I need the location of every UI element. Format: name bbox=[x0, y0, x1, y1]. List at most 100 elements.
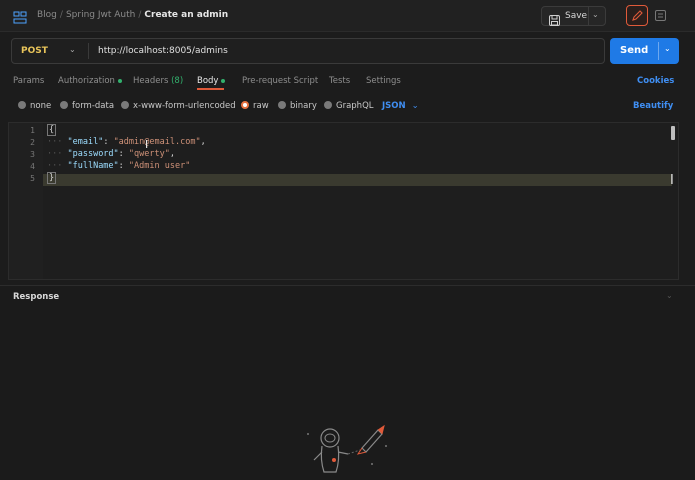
radio-x-www-form-urlencoded[interactable]: x-www-form-urlencoded bbox=[121, 101, 236, 111]
tab-settings[interactable]: Settings bbox=[366, 76, 401, 86]
open-brace: { bbox=[47, 124, 57, 136]
text-cursor-icon: I bbox=[670, 173, 674, 188]
tab-body[interactable]: Body bbox=[197, 76, 226, 86]
code-line: } bbox=[47, 172, 57, 184]
json-colon: : bbox=[118, 149, 129, 159]
code-line: ··· "fullName": "Admin user" bbox=[47, 161, 190, 171]
documentation-button[interactable] bbox=[651, 6, 670, 25]
indent-guide: ··· bbox=[47, 161, 68, 171]
beautify-button[interactable]: Beautify bbox=[633, 101, 673, 111]
json-value: "Admin user" bbox=[128, 161, 191, 171]
code-line: { bbox=[47, 124, 57, 136]
line-number: 4 bbox=[30, 162, 35, 171]
tab-headers[interactable]: Headers (8) bbox=[133, 76, 183, 86]
json-key: "email" bbox=[67, 137, 104, 147]
request-tabs: Params Authorization Headers (8) Body Pr… bbox=[0, 72, 695, 92]
breadcrumb: Blog / Spring Jwt Auth / Create an admin bbox=[37, 10, 228, 20]
send-divider bbox=[658, 42, 659, 60]
json-comma: , bbox=[169, 149, 175, 159]
save-button[interactable]: Save ⌄ bbox=[541, 6, 606, 26]
code-line: ··· "email": "admin@email.com", bbox=[47, 137, 206, 147]
json-key: "password" bbox=[67, 149, 119, 159]
url-divider bbox=[88, 43, 89, 59]
astronaut-rocket-illustration bbox=[307, 424, 387, 473]
body-type-options: none form-data x-www-form-urlencoded raw… bbox=[0, 97, 695, 115]
tab-count-badge: (8) bbox=[171, 76, 184, 86]
json-colon: : bbox=[103, 137, 114, 147]
breadcrumb-collection[interactable]: Blog bbox=[37, 10, 57, 20]
save-divider bbox=[588, 7, 589, 25]
url-bar: POST ⌄ http://localhost:8005/admins bbox=[11, 38, 605, 64]
line-number: 3 bbox=[30, 150, 35, 159]
radio-none[interactable]: none bbox=[18, 101, 51, 111]
code-line: ··· "password": "qwerty", bbox=[47, 149, 175, 159]
breadcrumb-folder[interactable]: Spring Jwt Auth bbox=[66, 10, 135, 20]
radio-raw[interactable]: raw bbox=[241, 101, 269, 111]
send-button[interactable]: Send ⌄ bbox=[610, 38, 679, 64]
radio-circle bbox=[121, 101, 129, 109]
close-brace: } bbox=[47, 172, 57, 184]
radio-form-data[interactable]: form-data bbox=[60, 101, 114, 111]
json-comma: , bbox=[200, 137, 206, 147]
radio-label: none bbox=[30, 101, 52, 111]
tab-label: Headers bbox=[133, 76, 169, 86]
chevron-down-icon[interactable]: ⌄ bbox=[666, 291, 673, 300]
radio-label: binary bbox=[290, 101, 317, 111]
radio-circle bbox=[241, 101, 249, 109]
top-bar: Blog / Spring Jwt Auth / Create an admin Sav… bbox=[0, 0, 695, 32]
tab-label: Pre-request Script bbox=[242, 76, 319, 86]
chevron-down-icon[interactable]: ⌄ bbox=[664, 44, 671, 53]
json-value: "qwerty" bbox=[128, 149, 170, 159]
document-icon bbox=[655, 10, 666, 21]
radio-graphql[interactable]: GraphQL bbox=[324, 101, 374, 111]
breadcrumb-separator: / bbox=[59, 10, 63, 20]
chevron-down-icon[interactable]: ⌄ bbox=[69, 45, 76, 54]
status-dot bbox=[221, 78, 226, 83]
indent-guide: ··· bbox=[47, 149, 68, 159]
radio-binary[interactable]: binary bbox=[278, 101, 317, 111]
method-select[interactable]: POST bbox=[21, 46, 48, 56]
pencil-icon bbox=[632, 10, 643, 21]
json-value: "admin@email.com" bbox=[113, 137, 201, 147]
radio-label: form-data bbox=[72, 101, 115, 111]
radio-label: GraphQL bbox=[336, 101, 374, 111]
tab-label: Authorization bbox=[58, 76, 115, 86]
line-number-gutter: 1 2 3 4 5 bbox=[9, 123, 43, 279]
active-tab-indicator bbox=[197, 88, 224, 90]
line-number: 2 bbox=[30, 138, 35, 147]
body-editor[interactable]: 1 2 3 4 5 { ··· "email": "admin@email.co… bbox=[8, 122, 679, 280]
body-format-select[interactable]: JSON ⌄ bbox=[382, 101, 419, 111]
send-label: Send bbox=[620, 45, 649, 56]
status-dot bbox=[117, 78, 122, 83]
indent-guide: ··· bbox=[47, 137, 68, 147]
radio-label: x-www-form-urlencoded bbox=[133, 101, 236, 111]
tab-label: Params bbox=[13, 76, 45, 86]
radio-label: raw bbox=[253, 101, 269, 111]
chevron-down-icon: ⌄ bbox=[411, 101, 419, 111]
response-panel: Response ⌄ bbox=[0, 285, 695, 480]
tab-label: Settings bbox=[366, 76, 401, 86]
cookies-link[interactable]: Cookies bbox=[637, 76, 674, 86]
collection-icon bbox=[13, 9, 27, 24]
body-format-label: JSON bbox=[382, 101, 406, 111]
breadcrumb-request-name[interactable]: Create an admin bbox=[144, 10, 228, 20]
url-input[interactable]: http://localhost:8005/admins bbox=[98, 46, 228, 56]
tab-pre-request-script[interactable]: Pre-request Script bbox=[242, 76, 318, 86]
current-line-highlight bbox=[43, 174, 672, 186]
tab-label: Tests bbox=[329, 76, 351, 86]
tab-params[interactable]: Params bbox=[13, 76, 44, 86]
tab-label: Body bbox=[197, 76, 219, 86]
radio-circle bbox=[18, 101, 26, 109]
response-title: Response bbox=[13, 292, 60, 302]
editor-scrollbar[interactable] bbox=[671, 126, 675, 140]
json-key: "fullName" bbox=[67, 161, 119, 171]
text-cursor-icon: I bbox=[145, 138, 149, 151]
chevron-down-icon[interactable]: ⌄ bbox=[592, 10, 599, 19]
tab-tests[interactable]: Tests bbox=[329, 76, 350, 86]
save-label: Save bbox=[565, 11, 588, 21]
save-icon bbox=[549, 11, 560, 26]
radio-circle bbox=[60, 101, 68, 109]
radio-circle bbox=[324, 101, 332, 109]
tab-authorization[interactable]: Authorization bbox=[58, 76, 122, 86]
edit-button[interactable] bbox=[626, 5, 648, 26]
